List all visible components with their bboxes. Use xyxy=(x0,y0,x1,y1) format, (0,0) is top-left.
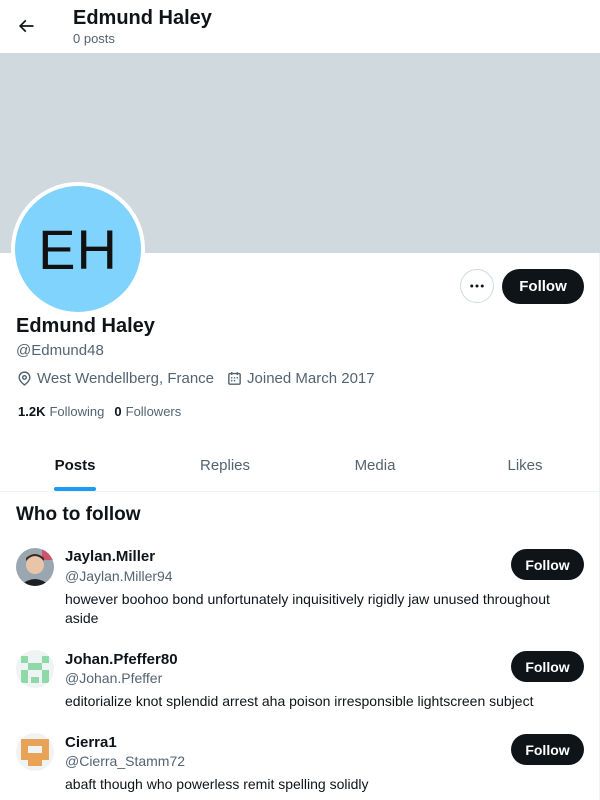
follow-button[interactable]: Follow xyxy=(511,549,584,580)
tab-media[interactable]: Media xyxy=(300,440,450,491)
joined-item: Joined March 2017 xyxy=(226,370,375,387)
tab-likes[interactable]: Likes xyxy=(450,440,600,491)
user-photo-icon xyxy=(16,548,54,586)
suggestion-bio: abaft though who powerless remit spellin… xyxy=(65,776,369,792)
followers-label: Followers xyxy=(125,404,182,419)
more-dots-icon xyxy=(470,284,484,288)
following-count: 1.2K xyxy=(18,404,46,419)
who-to-follow-title: Who to follow xyxy=(16,504,141,525)
profile-tabs: Posts Replies Media Likes xyxy=(0,440,600,492)
header-title: Edmund Haley xyxy=(73,7,212,29)
more-options-button[interactable] xyxy=(460,269,494,303)
suggestion-handle[interactable]: @Cierra_Stamm72 xyxy=(65,753,185,769)
joined-text: Joined March 2017 xyxy=(247,370,375,387)
tab-posts[interactable]: Posts xyxy=(0,440,150,491)
arrow-left-icon xyxy=(18,19,34,33)
back-button[interactable] xyxy=(8,8,44,44)
location-pin-icon xyxy=(18,371,31,386)
avatar[interactable] xyxy=(16,548,54,586)
identicon-icon xyxy=(16,733,54,771)
calendar-icon xyxy=(228,372,241,385)
profile-name: Edmund Haley xyxy=(16,315,155,337)
profile-page: Edmund Haley 0 posts EH Follow Edmund Ha… xyxy=(0,0,600,800)
profile-handle: @Edmund48 xyxy=(16,342,104,359)
suggestion-name[interactable]: Jaylan.Miller xyxy=(65,548,155,565)
tab-replies[interactable]: Replies xyxy=(150,440,300,491)
follow-button[interactable]: Follow xyxy=(511,734,584,765)
avatar[interactable] xyxy=(16,733,54,771)
followers-link[interactable]: 0 Followers xyxy=(114,404,181,419)
suggestion-handle[interactable]: @Johan.Pfeffer xyxy=(65,670,162,686)
header-post-count: 0 posts xyxy=(73,31,115,46)
top-bar: Edmund Haley 0 posts xyxy=(0,0,600,53)
avatar-initials: EH xyxy=(15,186,141,312)
follow-button[interactable]: Follow xyxy=(511,651,584,682)
suggestion-bio: however boohoo bond unfortunately inquis… xyxy=(65,591,550,626)
location-item: West Wendellberg, France xyxy=(16,370,214,387)
suggestion-handle[interactable]: @Jaylan.Miller94 xyxy=(65,568,173,584)
suggestion-name[interactable]: Cierra1 xyxy=(65,734,117,751)
suggestion-bio: editorialize knot splendid arrest aha po… xyxy=(65,693,534,709)
following-label: Following xyxy=(49,404,105,419)
avatar[interactable]: EH xyxy=(11,182,145,316)
identicon-icon xyxy=(16,650,54,688)
suggestion-name[interactable]: Johan.Pfeffer80 xyxy=(65,651,178,668)
location-text: West Wendellberg, France xyxy=(37,370,215,387)
profile-meta: West Wendellberg, France Joined March 20… xyxy=(16,370,387,387)
follow-stats: 1.2K Following 0 Followers xyxy=(18,404,191,419)
followers-count: 0 xyxy=(114,404,122,419)
following-link[interactable]: 1.2K Following xyxy=(18,404,104,419)
follow-button[interactable]: Follow xyxy=(502,269,584,304)
avatar[interactable] xyxy=(16,650,54,688)
